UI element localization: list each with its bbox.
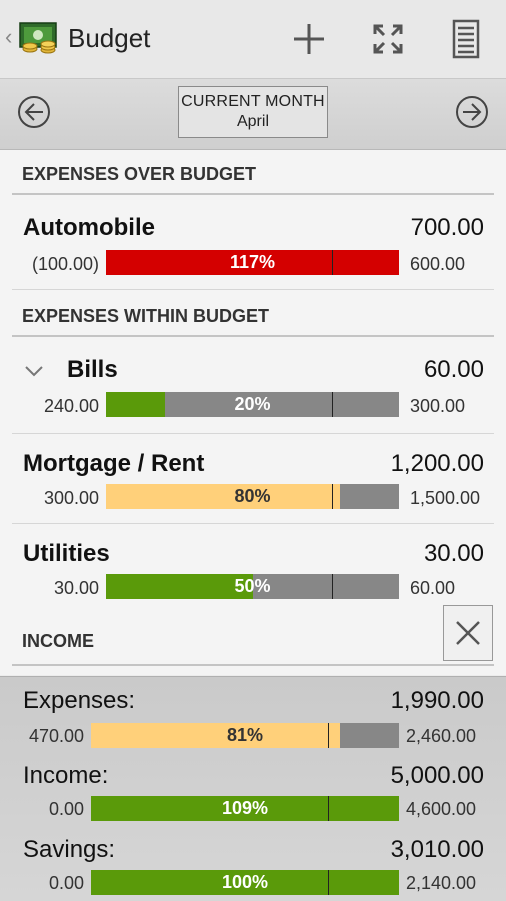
category-amount: 60.00 xyxy=(423,356,484,383)
progress-bar: 81% xyxy=(91,723,399,748)
arrow-right-circle-icon[interactable] xyxy=(455,95,489,129)
divider xyxy=(12,335,494,337)
section-header-over-budget: EXPENSES OVER BUDGET xyxy=(12,164,494,195)
plus-icon xyxy=(294,24,324,54)
current-month-button[interactable]: CURRENT MONTH April xyxy=(178,86,328,138)
summary-row-expenses: Expenses: 1,990.00 470.00 81% 2,460.00 xyxy=(0,685,506,757)
month-value: April xyxy=(236,113,269,130)
chevron-down-icon[interactable] xyxy=(24,364,44,378)
divider xyxy=(12,664,494,666)
section-title: EXPENSES OVER BUDGET xyxy=(22,164,257,184)
summary-left-value: 0.00 xyxy=(48,873,84,893)
remaining-value: 240.00 xyxy=(43,396,99,416)
progress-percent: 80% xyxy=(234,486,271,506)
divider xyxy=(12,433,494,434)
summary-row-savings: Savings: 3,010.00 0.00 100% 2,140.00 xyxy=(0,834,506,901)
summary-amount: 3,010.00 xyxy=(390,836,484,863)
action-bar: ‹ Budget xyxy=(0,0,506,79)
budget-list[interactable]: EXPENSES OVER BUDGET Automobile 700.00 (… xyxy=(0,150,506,675)
progress-bar: 117% xyxy=(106,250,399,275)
budget-row-utilities[interactable]: Utilities 30.00 30.00 50% 60.00 xyxy=(12,536,494,614)
remaining-value: (100.00) xyxy=(31,254,99,274)
budget-row-mortgage-rent[interactable]: Mortgage / Rent 1,200.00 300.00 80% 1,50… xyxy=(12,446,494,524)
section-title: INCOME xyxy=(22,631,94,651)
category-name: Automobile xyxy=(23,214,155,241)
back-chevron-icon[interactable]: ‹ xyxy=(5,24,12,50)
summary-name: Expenses: xyxy=(23,687,136,714)
expand-icon xyxy=(373,24,403,54)
progress-bar: 100% xyxy=(91,870,399,895)
fullscreen-button[interactable] xyxy=(366,18,410,60)
summary-right-value: 2,460.00 xyxy=(406,726,477,746)
category-name: Bills xyxy=(67,356,118,383)
remaining-value: 300.00 xyxy=(43,488,99,508)
budget-row-bills[interactable]: Bills 60.00 240.00 20% 300.00 xyxy=(12,352,494,434)
progress-bar: 80% xyxy=(106,484,399,509)
summary-left-value: 470.00 xyxy=(28,726,84,746)
divider xyxy=(12,193,494,195)
add-button[interactable] xyxy=(287,18,331,60)
list-icon xyxy=(452,19,480,59)
progress-bar: 50% xyxy=(106,574,399,599)
summary-panel: Expenses: 1,990.00 470.00 81% 2,460.00 I… xyxy=(0,676,506,901)
category-name: Mortgage / Rent xyxy=(23,450,205,477)
section-title: EXPENSES WITHIN BUDGET xyxy=(22,306,270,326)
summary-name: Savings: xyxy=(23,836,116,863)
section-header-income: INCOME xyxy=(12,631,494,666)
remaining-value: 30.00 xyxy=(53,578,99,598)
progress-bar: 109% xyxy=(91,796,399,821)
budget-value: 60.00 xyxy=(410,578,456,598)
summary-amount: 5,000.00 xyxy=(390,762,484,789)
category-amount: 1,200.00 xyxy=(390,450,484,477)
report-button[interactable] xyxy=(444,18,488,60)
progress-percent: 50% xyxy=(234,576,271,596)
progress-bar: 20% xyxy=(106,392,399,417)
close-icon xyxy=(456,621,480,645)
budget-value: 1,500.00 xyxy=(410,488,481,508)
progress-percent: 117% xyxy=(229,252,276,272)
progress-percent: 20% xyxy=(234,394,271,414)
summary-name: Income: xyxy=(23,762,109,789)
month-selector: CURRENT MONTH April xyxy=(0,79,506,150)
budget-value: 300.00 xyxy=(410,396,466,416)
progress-percent: 81% xyxy=(226,725,264,745)
category-amount: 700.00 xyxy=(410,214,484,241)
divider xyxy=(12,289,494,290)
budget-value: 600.00 xyxy=(410,254,466,274)
summary-row-income: Income: 5,000.00 0.00 109% 4,600.00 xyxy=(0,760,506,832)
progress-percent: 109% xyxy=(221,798,269,818)
close-summary-button[interactable] xyxy=(443,605,493,661)
summary-amount: 1,990.00 xyxy=(390,687,484,714)
summary-right-value: 4,600.00 xyxy=(406,799,477,819)
summary-right-value: 2,140.00 xyxy=(406,873,477,893)
progress-percent: 100% xyxy=(221,872,269,892)
budget-app-icon[interactable] xyxy=(18,19,60,55)
budget-row-automobile[interactable]: Automobile 700.00 (100.00) 117% 600.00 xyxy=(12,210,494,290)
summary-left-value: 0.00 xyxy=(48,799,84,819)
divider xyxy=(12,523,494,524)
category-amount: 30.00 xyxy=(423,540,484,567)
page-title: Budget xyxy=(68,23,151,53)
category-name: Utilities xyxy=(23,540,110,567)
section-header-within-budget: EXPENSES WITHIN BUDGET xyxy=(12,306,494,337)
month-label: CURRENT MONTH xyxy=(181,93,325,110)
arrow-left-circle-icon[interactable] xyxy=(17,95,51,129)
